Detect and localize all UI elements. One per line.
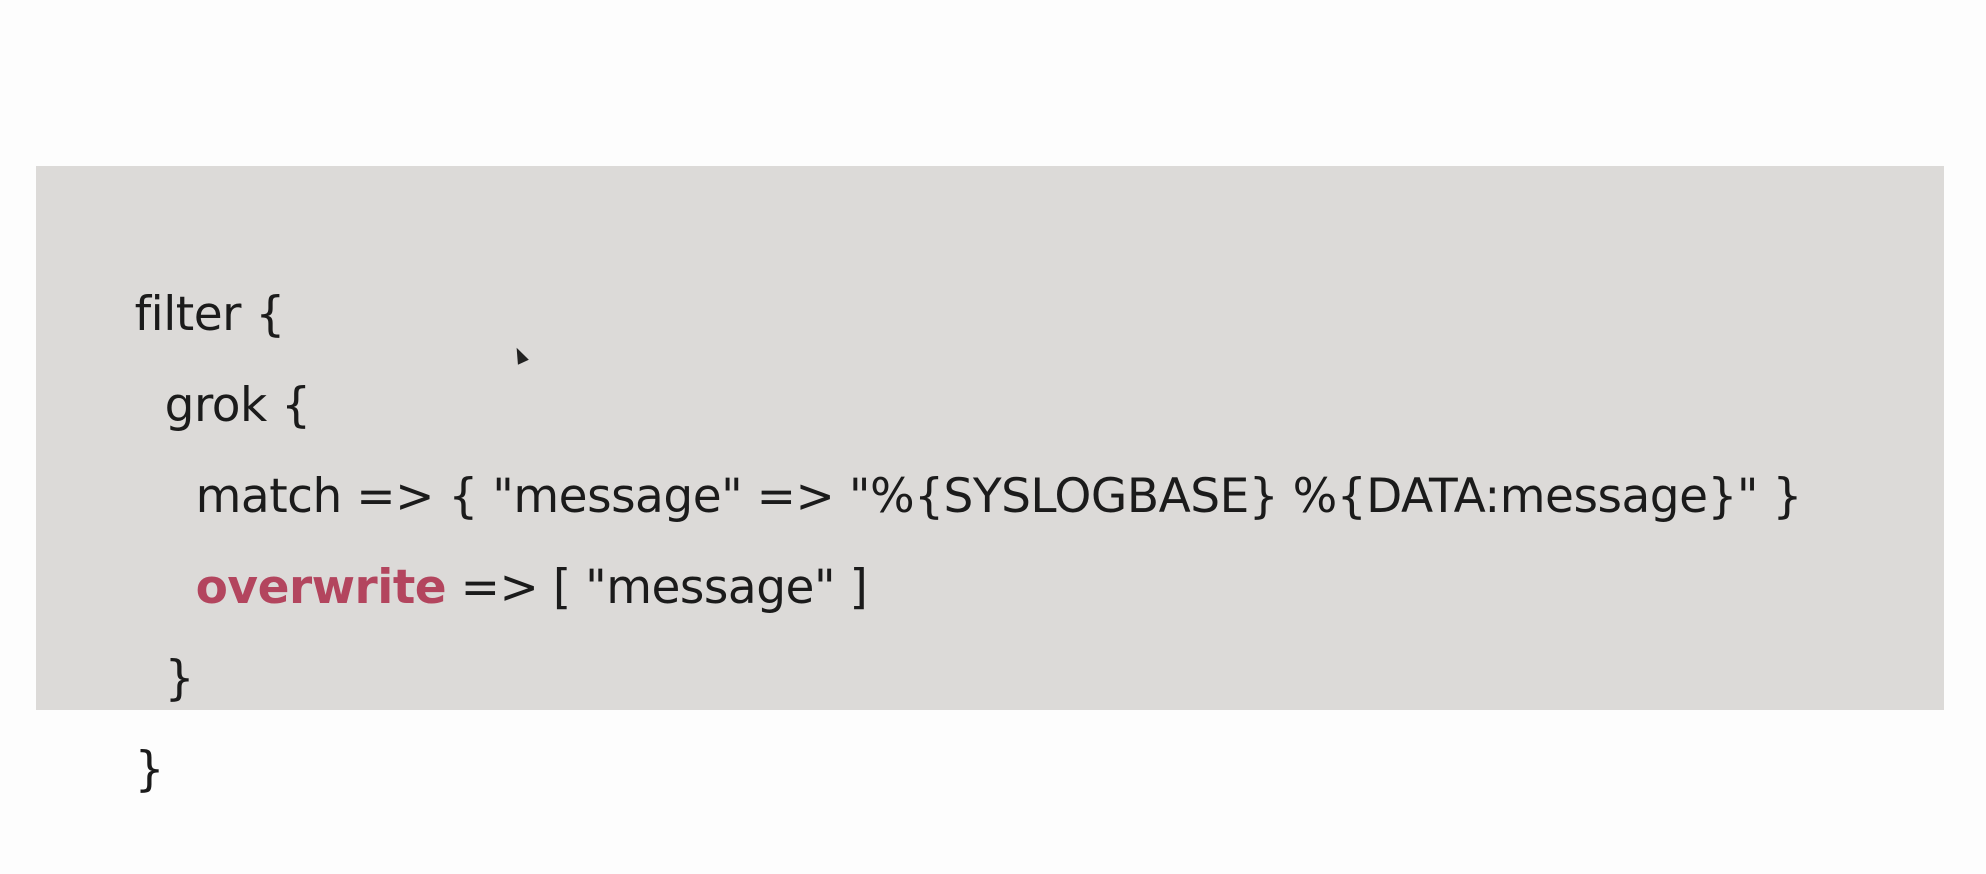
code-line-match: match => { "message" => "%{SYSLOGBASE} %… — [36, 360, 1944, 524]
code-line-filter-close: } — [36, 633, 1944, 797]
slide: filter { grok { match => { "message" => … — [0, 0, 1986, 874]
code-line-filter-open: filter { — [36, 178, 1944, 342]
code-line-overwrite: overwrite => [ "message" ] — [36, 451, 1944, 615]
code-line-grok-open: grok { — [36, 269, 1944, 433]
code-block: filter { grok { match => { "message" => … — [36, 166, 1944, 797]
code-text: } — [134, 742, 165, 797]
code-line-grok-close: } — [36, 542, 1944, 706]
